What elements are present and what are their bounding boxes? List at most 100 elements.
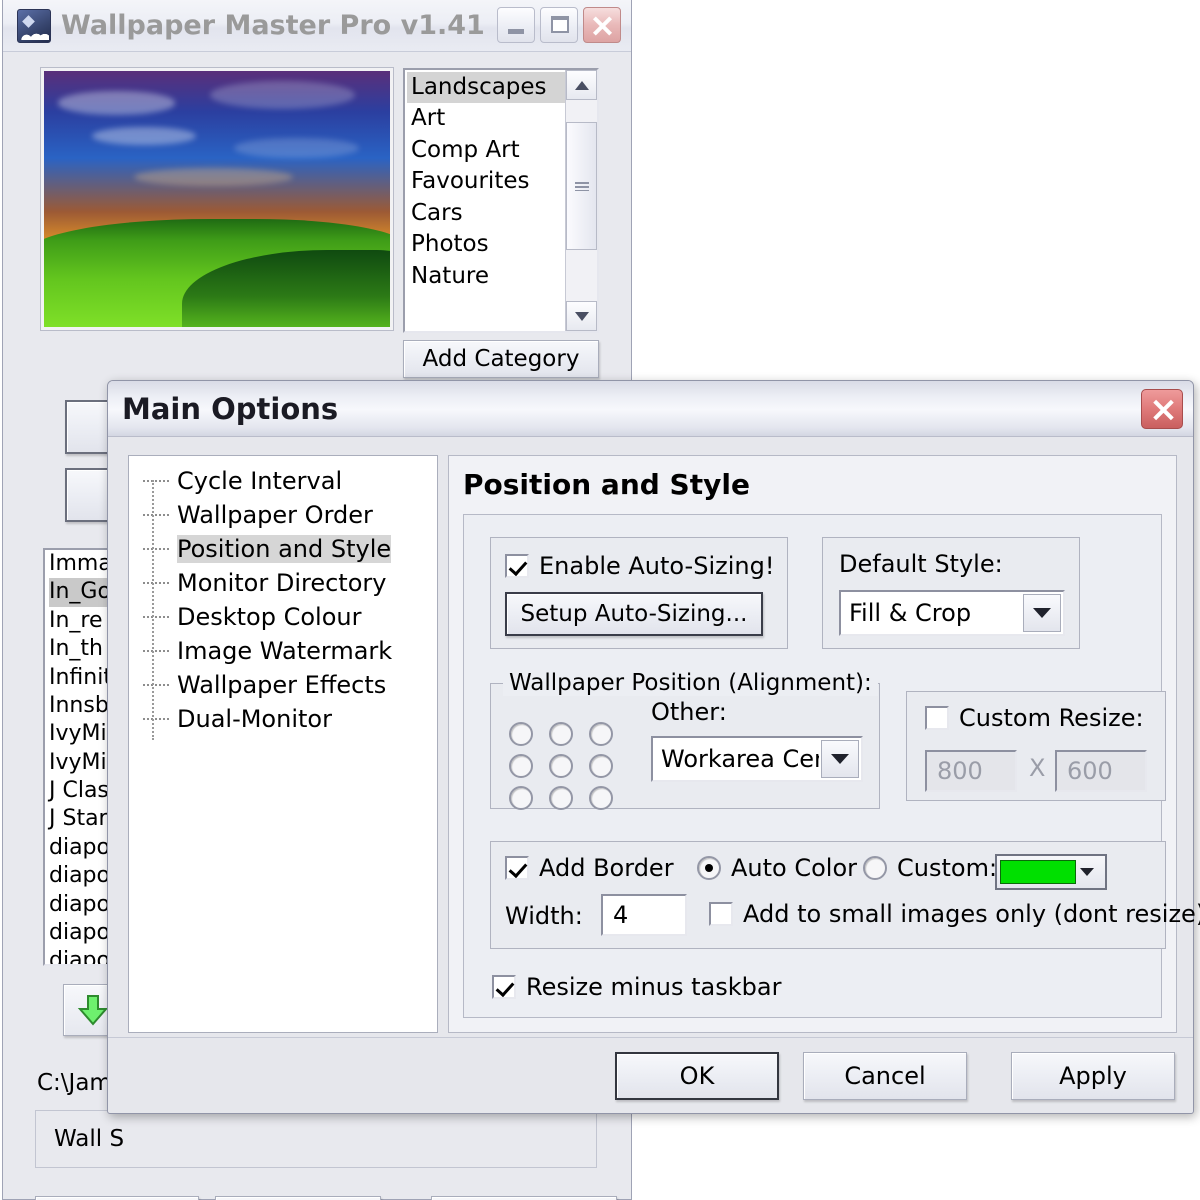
tree-item-label: Desktop Colour xyxy=(177,603,362,631)
checkbox-icon xyxy=(505,554,529,578)
checkbox-icon xyxy=(925,706,949,730)
main-window-titlebar: Wallpaper Master Pro v1.41 xyxy=(3,0,631,52)
alignment-radio-middle-left[interactable] xyxy=(509,754,533,778)
tree-item-cycle-interval[interactable]: Cycle Interval xyxy=(129,464,437,498)
minimize-icon[interactable] xyxy=(497,7,535,43)
alignment-radio-top-center[interactable] xyxy=(549,722,573,746)
category-listbox[interactable]: Landscapes Art Comp Art Favourites Cars … xyxy=(403,68,599,333)
alignment-radio-middle-center[interactable] xyxy=(549,754,573,778)
enable-auto-sizing-checkbox[interactable]: Enable Auto-Sizing! xyxy=(505,552,774,580)
add-category-button[interactable]: Add Category xyxy=(403,340,599,378)
checkbox-label: Resize minus taskbar xyxy=(526,973,782,1001)
tree-item-desktop-colour[interactable]: Desktop Colour xyxy=(129,600,437,634)
category-item[interactable]: Art xyxy=(407,103,565,134)
window-controls xyxy=(497,7,621,43)
resize-minus-taskbar-checkbox[interactable]: Resize minus taskbar xyxy=(492,973,781,1001)
radio-icon xyxy=(697,856,721,880)
other-label: Other: xyxy=(651,698,727,726)
alignment-radio-grid[interactable] xyxy=(509,722,629,818)
ok-button[interactable]: OK xyxy=(615,1052,779,1100)
dialog-body: Cycle Interval Wallpaper Order Position … xyxy=(108,437,1200,1115)
tree-item-position-and-style[interactable]: Position and Style xyxy=(129,532,437,566)
scrollbar-thumb[interactable] xyxy=(566,122,597,250)
default-style-value: Fill & Crop xyxy=(849,599,972,627)
category-item[interactable]: Cars xyxy=(407,198,565,229)
border-color-picker[interactable] xyxy=(995,854,1107,890)
category-list[interactable]: Landscapes Art Comp Art Favourites Cars … xyxy=(405,70,565,331)
done-button[interactable]: Done xyxy=(431,1196,617,1200)
small-images-only-checkbox[interactable]: Add to small images only (dont resize). xyxy=(709,900,1200,928)
wallpaper-position-legend: Wallpaper Position (Alignment): xyxy=(503,670,878,696)
checkbox-label: Add Border xyxy=(539,854,674,882)
main-window-title: Wallpaper Master Pro v1.41 xyxy=(61,10,485,41)
tree-item-monitor-directory[interactable]: Monitor Directory xyxy=(129,566,437,600)
main-options-dialog: Main Options Cycle Interval Wallpaper Or… xyxy=(107,380,1200,1115)
custom-resize-width-input[interactable]: 800 xyxy=(925,750,1017,792)
category-item[interactable]: Favourites xyxy=(407,166,565,197)
wall-status-label: Wall S xyxy=(54,1126,125,1152)
setup-auto-sizing-button[interactable]: Setup Auto-Sizing... xyxy=(505,592,763,636)
options-tree[interactable]: Cycle Interval Wallpaper Order Position … xyxy=(128,455,438,1033)
category-item[interactable]: Photos xyxy=(407,229,565,260)
panel-content: Enable Auto-Sizing! Setup Auto-Sizing...… xyxy=(463,514,1200,1018)
tree-item-label: Monitor Directory xyxy=(177,569,387,597)
add-border-checkbox[interactable]: Add Border xyxy=(505,854,674,882)
custom-resize-group: Custom Resize: 800 X 600 xyxy=(906,691,1166,801)
position-and-style-panel: Position and Style Enable Auto-Sizing! S… xyxy=(448,455,1200,1033)
alignment-radio-top-left[interactable] xyxy=(509,722,533,746)
close-icon[interactable] xyxy=(1141,389,1183,429)
category-scrollbar[interactable] xyxy=(565,70,597,331)
scroll-down-icon[interactable] xyxy=(566,301,597,331)
tree-item-wallpaper-effects[interactable]: Wallpaper Effects xyxy=(129,668,437,702)
other-alignment-value: Workarea Cente xyxy=(661,745,819,773)
tree-item-label: Position and Style xyxy=(177,535,392,563)
border-width-input[interactable]: 4 xyxy=(601,894,687,936)
radio-label: Auto Color xyxy=(731,854,858,882)
fullscreen-button[interactable]: Fullscreen xyxy=(215,1196,381,1200)
auto-color-radio[interactable]: Auto Color xyxy=(697,854,857,882)
apply-button[interactable]: Apply xyxy=(1011,1052,1175,1100)
preview-cloud xyxy=(234,137,359,159)
border-width-label: Width: xyxy=(505,902,583,930)
custom-resize-checkbox[interactable]: Custom Resize: xyxy=(925,704,1144,732)
chevron-down-icon[interactable] xyxy=(821,740,859,778)
tree-rail xyxy=(152,480,154,740)
scrollbar-track[interactable] xyxy=(566,100,597,301)
cancel-button[interactable]: Cancel xyxy=(803,1052,967,1100)
wallpaper-preview[interactable] xyxy=(40,67,394,331)
category-item[interactable]: Comp Art xyxy=(407,135,565,166)
custom-color-radio[interactable]: Custom: xyxy=(863,854,997,882)
chevron-down-icon[interactable] xyxy=(1076,868,1098,876)
scroll-up-icon[interactable] xyxy=(566,70,597,100)
auto-sizing-group: Enable Auto-Sizing! Setup Auto-Sizing... xyxy=(490,537,788,649)
tree-connector-icon xyxy=(143,684,169,686)
alignment-radio-bottom-center[interactable] xyxy=(549,786,573,810)
custom-resize-height-input[interactable]: 600 xyxy=(1055,750,1147,792)
checkbox-icon xyxy=(709,902,733,926)
checkbox-label: Custom Resize: xyxy=(959,704,1144,732)
maximize-icon[interactable] xyxy=(540,7,578,43)
category-item[interactable]: Nature xyxy=(407,261,565,292)
other-alignment-select[interactable]: Workarea Cente xyxy=(651,736,863,782)
alignment-radio-top-right[interactable] xyxy=(589,722,613,746)
alignment-radio-middle-right[interactable] xyxy=(589,754,613,778)
checkbox-label: Enable Auto-Sizing! xyxy=(539,552,775,580)
dialog-titlebar: Main Options xyxy=(108,381,1193,437)
tree-item-image-watermark[interactable]: Image Watermark xyxy=(129,634,437,668)
tree-connector-icon xyxy=(143,650,169,652)
chevron-down-icon[interactable] xyxy=(1023,594,1061,632)
default-style-select[interactable]: Fill & Crop xyxy=(839,590,1065,636)
alignment-radio-bottom-right[interactable] xyxy=(589,786,613,810)
tree-item-label: Image Watermark xyxy=(177,637,393,665)
alignment-radio-bottom-left[interactable] xyxy=(509,786,533,810)
close-icon[interactable] xyxy=(583,7,621,43)
tree-item-wallpaper-order[interactable]: Wallpaper Order xyxy=(129,498,437,532)
tree-item-label: Wallpaper Effects xyxy=(177,671,387,699)
tree-connector-icon xyxy=(143,582,169,584)
current-path-label: C:\Jam xyxy=(37,1070,112,1096)
change-wall-button[interactable]: Change Wall xyxy=(35,1196,199,1200)
category-item[interactable]: Landscapes xyxy=(407,72,565,104)
screen: Wallpaper Master Pro v1.41 Landscapes Ar… xyxy=(0,0,1200,1200)
tree-item-dual-monitor[interactable]: Dual-Monitor xyxy=(129,702,437,736)
tree-connector-icon xyxy=(143,480,169,482)
